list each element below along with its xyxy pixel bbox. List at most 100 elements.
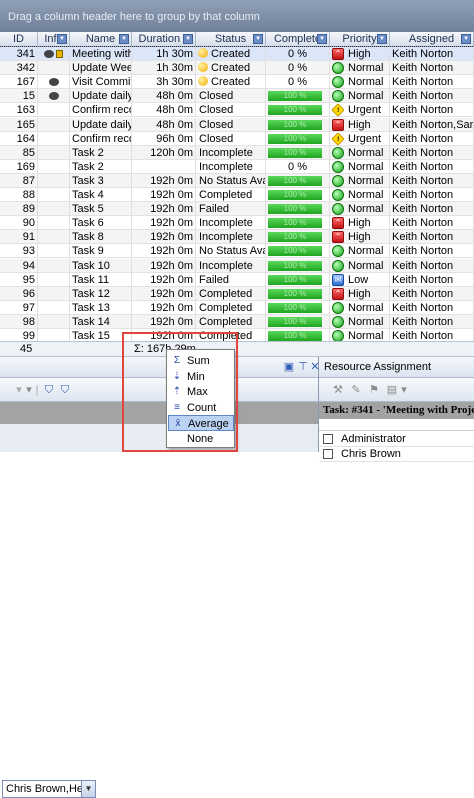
filter-dropdown-icon[interactable]: ▼	[317, 34, 327, 44]
table-row[interactable]: 94 Task 10 192h 0m Incomplete 100 % Normal Kei…	[0, 258, 474, 273]
table-row[interactable]: 89 Task 5 192h 0m Failed 100 % Normal Keith No…	[0, 202, 474, 217]
table-row[interactable]: 15 Update daily scl48h 0mClosed 100 % Norma…	[0, 89, 474, 104]
progress-bar: 100 %	[268, 133, 322, 144]
cell-complete: 100 %	[266, 300, 330, 315]
resource-panel-toolbar: ⚒ ✎ ⚑ ▤ ▾	[319, 378, 474, 402]
column-header-id[interactable]: ID	[0, 32, 38, 47]
cell-id: 341	[0, 47, 38, 61]
cell-info	[38, 286, 70, 301]
priority-text: Normal	[348, 62, 384, 75]
table-row[interactable]: 91 Task 8 192h 0m Incomplete 100 % ⌃ High Keith…	[0, 230, 474, 245]
cell-duration: 1h 30m	[132, 61, 196, 76]
priority-text: Urgent	[348, 132, 382, 145]
cell-status: Completed	[196, 188, 266, 202]
table-row[interactable]: 90 Task 6 192h 0m Incomplete 100 % ⌃ High Keith…	[0, 216, 474, 231]
priority-normal-icon	[332, 174, 344, 187]
filter-dropdown-icon[interactable]: ▼	[183, 34, 193, 44]
progress-bar: 100 %	[268, 190, 322, 200]
menu-item-average[interactable]: x̄ Average	[168, 415, 234, 432]
cell-assigned: Keith Norton	[390, 314, 474, 329]
column-header-assigned[interactable]: Assigned ▼	[390, 32, 474, 47]
cell-priority: Normal	[330, 173, 390, 188]
chevron-down-icon[interactable]: ▾	[397, 383, 411, 397]
count-icon: ≡	[174, 401, 180, 413]
group-by-panel[interactable]: Drag a column header here to group by th…	[0, 0, 474, 32]
assign-icon[interactable]: ⚑	[367, 383, 381, 397]
table-row[interactable]: 93 Task 9192h 0mNo Status Availab100 % Nor…	[0, 244, 474, 259]
cell-duration: 96h 0m	[132, 131, 196, 146]
table-row[interactable]: 342 Update Weekly1h 30m Created 0 % Normal Ke…	[0, 61, 474, 76]
lower-left-toolbar: ▾ ▾ | ⛉ ⛉	[0, 378, 318, 402]
assignee-combo[interactable]: Chris Brown,Helen B ▼	[2, 780, 96, 798]
cell-name: Task 14	[70, 314, 132, 329]
cell-priority: Normal	[330, 159, 390, 174]
table-row[interactable]: 98 Task 14 192h 0m Completed 100 % Normal Keit…	[0, 314, 474, 329]
priority-normal-icon	[332, 301, 344, 314]
column-header-status[interactable]: Status ▼	[196, 32, 266, 47]
resource-checkbox[interactable]	[323, 449, 333, 459]
column-header-complete[interactable]: Complete ▼	[266, 32, 330, 47]
filter-dropdown-icon[interactable]: ▼	[57, 34, 67, 44]
cell-id: 98	[0, 314, 38, 329]
cell-complete: 100 %	[266, 103, 330, 118]
cell-priority: ⌃ High	[330, 47, 390, 61]
filter-dropdown-icon[interactable]: ▼	[253, 34, 263, 44]
filter-icon[interactable]: ⛉	[42, 383, 56, 397]
resource-panel-title: Resource Assignment	[319, 357, 474, 378]
status-text: Created	[211, 76, 251, 89]
table-row[interactable]: 87 Task 3192h 0mNo Status Availab100 % Nor…	[0, 173, 474, 188]
cell-duration: 192h 0m	[132, 286, 196, 301]
priority-text: Low	[348, 273, 369, 286]
resource-row[interactable]: Administrator	[319, 432, 474, 447]
cell-id: 88	[0, 188, 38, 202]
cell-status: Failed	[196, 272, 266, 287]
column-header-label: Duration	[138, 33, 181, 45]
table-row[interactable]: 165 Update daily scl48h 0mClosed 100 % ⌃ Hig…	[0, 117, 474, 132]
cell-assigned: Keith Norton	[390, 103, 474, 118]
filter-dropdown-icon[interactable]: ▼	[119, 34, 129, 44]
column-header-duration[interactable]: Duration△▼	[132, 32, 196, 47]
table-row[interactable]: 97 Task 13 192h 0m Completed 100 % Normal Keit…	[0, 300, 474, 315]
progress-bar: 100 %	[268, 288, 322, 299]
table-row[interactable]: 341 Meeting with Pr1h 30m Created 0 % ⌃ High K…	[0, 46, 474, 62]
menu-item-count[interactable]: ≡ Count	[168, 400, 234, 416]
cell-priority: Normal	[330, 300, 390, 315]
table-row[interactable]: 95 Task 11 192h 0m Failed 100 % ✉ Low Keith Nor…	[0, 272, 474, 287]
menu-item-min[interactable]: ⇣ Min	[168, 369, 234, 385]
column-header-priority[interactable]: Priority ▼	[330, 32, 390, 47]
table-row[interactable]: 169 Task 2 Incomplete 0 % Normal Keith Norton	[0, 159, 474, 174]
table-row[interactable]: 85 Task 2 120h 0m Incomplete 100 % Normal Keit…	[0, 145, 474, 160]
resource-row[interactable]: Chris Brown	[319, 447, 474, 462]
filter-dropdown-icon[interactable]: ▼	[377, 34, 387, 44]
filter-dropdown-icon[interactable]: ▼	[461, 34, 471, 44]
status-text: Incomplete	[199, 160, 253, 173]
table-row[interactable]: 163Confirm records48h 0mClosed100 %!Urge…	[0, 103, 474, 118]
chevron-down-icon[interactable]: ▼	[81, 781, 95, 797]
filter-active-icon[interactable]: ⛉	[58, 383, 72, 397]
status-text: Created	[211, 62, 251, 75]
column-header-info[interactable]: Info ▼	[38, 32, 70, 47]
menu-item-none[interactable]: None	[168, 431, 234, 447]
cell-name: Update daily scl	[72, 89, 132, 104]
table-row[interactable]: 164Confirm records96h 0mClosed100 %!Urge…	[0, 131, 474, 146]
cell-duration: 192h 0m	[132, 300, 196, 315]
table-row[interactable]: 96 Task 12 192h 0m Completed 100 % ⌃ High Keith…	[0, 286, 474, 301]
progress-bar: 100 %	[268, 175, 322, 186]
menu-item-max[interactable]: ⇡ Max	[168, 384, 234, 400]
column-header-name[interactable]: Name ▼	[70, 32, 132, 47]
lower-left-header-band	[0, 402, 318, 424]
resource-checkbox[interactable]	[323, 434, 333, 444]
cell-status: Closed	[196, 89, 266, 104]
resource-name: Chris Brown	[341, 448, 401, 460]
panel-options-icon[interactable]: ▣	[282, 360, 296, 374]
status-text: Completed	[199, 301, 253, 314]
cell-name: Visit Committee	[72, 75, 132, 90]
table-row[interactable]: 88 Task 4 192h 0m Completed 100 % Normal Keith…	[0, 188, 474, 202]
menu-item-sum[interactable]: Σ Sum	[168, 353, 234, 369]
edit-icon[interactable]: ✎	[349, 383, 363, 397]
priority-normal-icon	[332, 315, 344, 328]
tools-icon[interactable]: ⚒	[331, 383, 345, 397]
min-icon: ⇣	[172, 370, 182, 382]
cell-name: Confirm records	[70, 103, 132, 118]
table-row[interactable]: 167 Visit Committee3h 30m Created 0 % Normal…	[0, 75, 474, 90]
